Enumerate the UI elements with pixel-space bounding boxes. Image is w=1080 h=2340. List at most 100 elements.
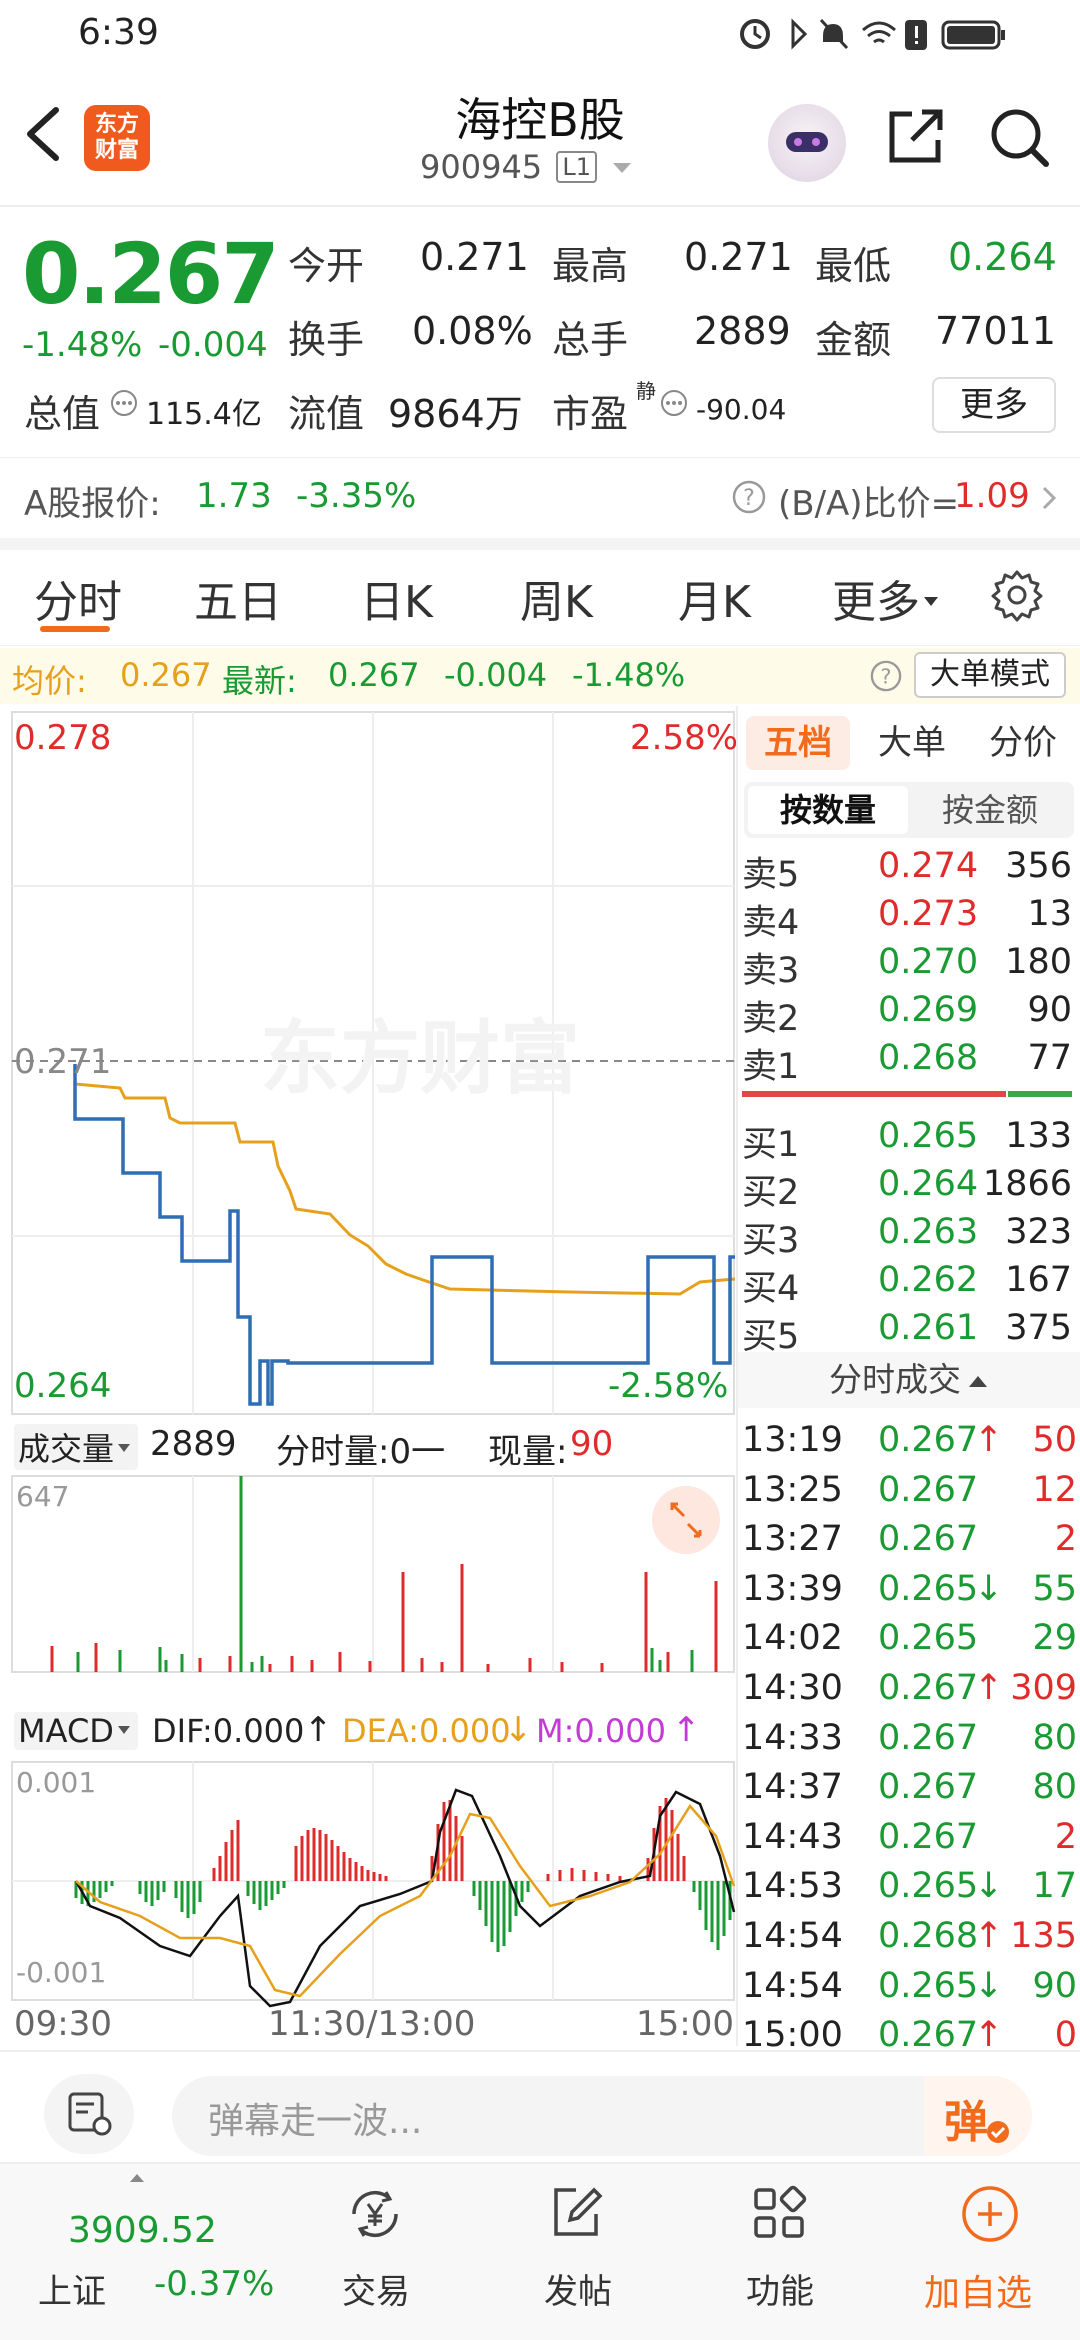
ask-row-4: 卖4 0.273 13	[742, 894, 1072, 943]
chart-tabs: 分时 五日 日K 周K 月K 更多	[0, 550, 1080, 645]
value-volume: 2889	[694, 309, 791, 353]
expand-button[interactable]	[652, 1486, 720, 1554]
latest-label: 最新:	[222, 662, 297, 700]
chart-y-bottom: 0.264	[14, 1366, 112, 1406]
level-badge: L1	[556, 151, 597, 183]
bid-row-2: 买2 0.264 1866	[742, 1164, 1072, 1213]
a-share-label: A股报价:	[24, 484, 161, 524]
value-amount: 77011	[935, 309, 1056, 353]
caret-down-icon	[924, 597, 938, 606]
a-share-row[interactable]: A股报价: 1.73 -3.35% ? (B/A)比价= 1.09	[0, 458, 1080, 538]
danmu-label: 弹	[944, 2097, 988, 2148]
subtab-by-amount[interactable]: 按金额	[910, 786, 1070, 834]
nav-functions-label: 功能	[746, 2272, 814, 2312]
a-share-price: 1.73	[196, 476, 272, 516]
volume-max: 647	[16, 1480, 70, 1513]
help-icon-2[interactable]: ?	[870, 660, 902, 692]
divider	[0, 538, 1080, 550]
info-dots-icon-pe[interactable]	[660, 389, 688, 417]
logo-line2: 财富	[94, 138, 139, 163]
macd-dropdown[interactable]: MACD	[14, 1712, 138, 1750]
volume-dropdown[interactable]: 成交量	[14, 1424, 139, 1470]
label-total-value: 总值	[24, 392, 101, 436]
chart-watermark: 东方财富	[260, 1012, 580, 1105]
macd-dif-arrow: ↑	[304, 1710, 333, 1750]
nav-post[interactable]: 发帖	[502, 2164, 652, 2340]
bid-price: 0.261	[878, 1308, 979, 1348]
value-open: 0.271	[420, 235, 529, 279]
settings-gear-icon[interactable]	[990, 568, 1044, 622]
avg-value: 0.267	[120, 656, 212, 694]
tab-five-day[interactable]: 五日	[194, 566, 282, 630]
tab-more-label: 更多	[832, 577, 920, 628]
panel-tab-price-dist[interactable]: 分价	[978, 716, 1068, 770]
bid-volume: 323	[1005, 1212, 1072, 1252]
bid-volume: 375	[1005, 1308, 1072, 1348]
volume-bars	[50, 1476, 718, 1672]
ratio-bar-green	[1008, 1091, 1072, 1097]
label-amount: 金额	[815, 318, 892, 362]
back-icon[interactable]	[22, 104, 62, 164]
latest-change: -0.004	[444, 656, 548, 694]
robot-eye-left	[794, 138, 802, 146]
trades-header[interactable]: 分时成交	[738, 1352, 1080, 1408]
tab-daily-k[interactable]: 日K	[360, 566, 433, 630]
nav-trade[interactable]: 交易	[300, 2164, 450, 2340]
bid-label: 买1	[742, 1125, 800, 1165]
stock-code-row[interactable]: 900945 L1	[420, 148, 633, 192]
bid-label: 买4	[742, 1269, 800, 1309]
current-price: 0.267	[22, 225, 280, 323]
robot-visor	[786, 132, 828, 152]
macd-hist-green-4	[472, 1881, 530, 1952]
big-order-mode-button[interactable]: 大单模式	[914, 652, 1066, 698]
index-name: 上证	[38, 2272, 106, 2312]
avg-label: 均价:	[12, 662, 87, 700]
svg-text:?: ?	[743, 486, 755, 511]
macd-hist-green-3	[246, 1881, 286, 1910]
subtab-by-quantity[interactable]: 按数量	[748, 786, 908, 834]
ask-volume: 13	[1027, 894, 1072, 934]
comment-bar: 弹幕走一波... 弹	[0, 2052, 1080, 2162]
latest-change-pct: -1.48%	[572, 656, 686, 694]
robot-avatar[interactable]	[768, 104, 846, 182]
label-high: 最高	[552, 244, 629, 288]
ask-price: 0.270	[878, 942, 979, 982]
ratio-value: 1.09	[954, 476, 1030, 516]
macd-hist-red-5	[646, 1798, 686, 1881]
bid-ask-ratio-bar	[742, 1091, 1072, 1097]
caret-up-icon	[969, 1376, 987, 1387]
label-pe: 市盈	[552, 392, 629, 436]
share-icon[interactable]	[882, 104, 948, 170]
price-line	[73, 1064, 735, 1406]
bid-label: 买2	[742, 1173, 800, 1213]
nav-trade-label: 交易	[342, 2272, 410, 2312]
stock-code: 900945	[420, 148, 543, 186]
tab-intraday[interactable]: 分时	[34, 566, 122, 630]
panel-tab-five-level[interactable]: 五档	[746, 716, 850, 770]
panel-tab-big-order[interactable]: 大单	[872, 716, 952, 770]
now-volume-value: 90	[570, 1424, 614, 1464]
index-value: 3909.52	[68, 2210, 217, 2251]
bid-row-5: 买5 0.261 375	[742, 1308, 1072, 1357]
index-widget[interactable]: 3909.52 上证 -0.37%	[0, 2164, 290, 2340]
comment-settings-button[interactable]	[44, 2074, 134, 2154]
bid-price: 0.265	[878, 1116, 979, 1156]
tab-monthly-k[interactable]: 月K	[678, 566, 751, 630]
more-button[interactable]: 更多	[932, 377, 1056, 433]
macd-hist-red-4	[546, 1868, 622, 1881]
macd-bottom: -0.001	[16, 1956, 107, 1989]
info-dots-icon[interactable]	[110, 389, 138, 417]
tab-weekly-k[interactable]: 周K	[520, 566, 593, 630]
help-icon[interactable]: ?	[732, 480, 766, 514]
ask-row-3: 卖3 0.270 180	[742, 942, 1072, 991]
comment-input[interactable]: 弹幕走一波... 弹	[172, 2076, 1032, 2156]
nav-add-watchlist[interactable]: 加自选	[906, 2164, 1076, 2340]
search-icon[interactable]	[986, 104, 1052, 170]
label-low: 最低	[815, 244, 892, 288]
latest-value: 0.267	[328, 656, 420, 694]
tab-more[interactable]: 更多	[832, 566, 940, 630]
nav-functions[interactable]: 功能	[704, 2164, 854, 2340]
danmu-toggle-button[interactable]: 弹	[924, 2076, 1032, 2156]
plus-circle-icon	[962, 2186, 1018, 2242]
macd-hist-green-2	[138, 1881, 202, 1918]
